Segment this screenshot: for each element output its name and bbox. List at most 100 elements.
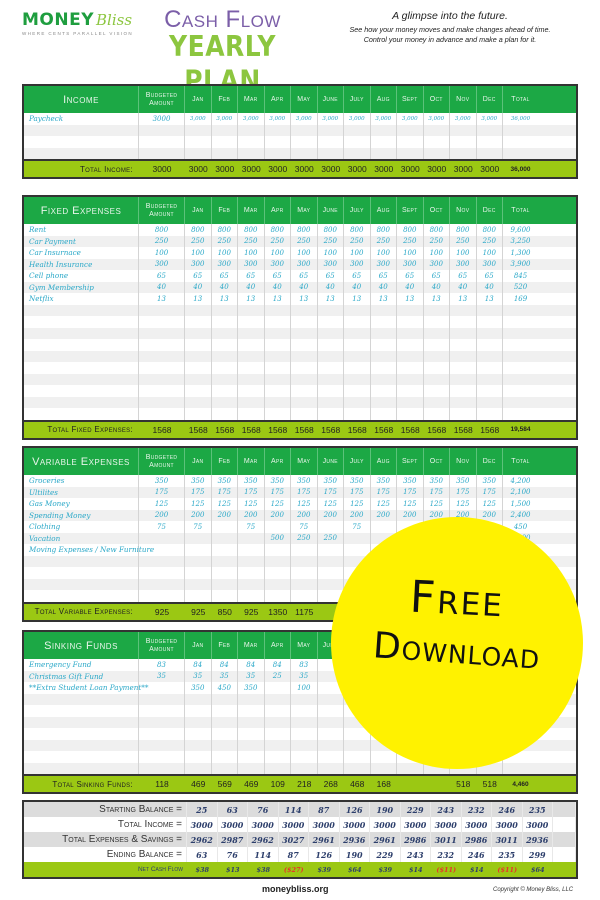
month-cell[interactable]: 35: [291, 670, 318, 682]
empty-cell[interactable]: [24, 316, 139, 328]
month-cell[interactable]: 300: [344, 258, 371, 270]
month-cell[interactable]: 100: [371, 247, 397, 259]
empty-cell[interactable]: [397, 762, 424, 774]
empty-cell[interactable]: [139, 590, 185, 602]
empty-cell[interactable]: [212, 124, 238, 136]
month-cell[interactable]: 35: [185, 670, 212, 682]
empty-cell[interactable]: [450, 327, 477, 339]
empty-cell[interactable]: [238, 762, 265, 774]
empty-cell[interactable]: [344, 373, 371, 385]
month-cell[interactable]: 65: [238, 270, 265, 282]
empty-cell[interactable]: [291, 362, 318, 374]
empty-cell[interactable]: [450, 350, 477, 362]
empty-cell[interactable]: [265, 567, 291, 579]
empty-cell[interactable]: [397, 373, 424, 385]
empty-cell[interactable]: [185, 739, 212, 751]
empty-cell[interactable]: [212, 751, 238, 763]
empty-cell[interactable]: [344, 136, 371, 148]
empty-cell[interactable]: [185, 373, 212, 385]
row-label[interactable]: Christmas Gift Fund: [24, 670, 139, 682]
empty-cell[interactable]: [424, 147, 450, 159]
month-cell[interactable]: [212, 544, 238, 556]
empty-cell[interactable]: [238, 578, 265, 590]
empty-cell[interactable]: [291, 136, 318, 148]
month-cell[interactable]: 200: [291, 509, 318, 521]
empty-cell[interactable]: [450, 136, 477, 148]
empty-cell[interactable]: [238, 339, 265, 351]
empty-cell[interactable]: [397, 136, 424, 148]
empty-cell[interactable]: [371, 762, 397, 774]
empty-cell[interactable]: [291, 578, 318, 590]
empty-cell[interactable]: [238, 385, 265, 397]
empty-cell[interactable]: [238, 555, 265, 567]
month-cell[interactable]: 3,000: [291, 113, 318, 125]
empty-cell[interactable]: [477, 408, 503, 420]
month-cell[interactable]: 100: [185, 247, 212, 259]
month-cell[interactable]: 65: [371, 270, 397, 282]
month-cell[interactable]: 350: [318, 475, 344, 487]
empty-cell[interactable]: [265, 316, 291, 328]
month-cell[interactable]: 350: [212, 475, 238, 487]
month-cell[interactable]: 84: [238, 659, 265, 671]
month-cell[interactable]: 800: [318, 224, 344, 236]
month-cell[interactable]: 125: [238, 498, 265, 510]
empty-cell[interactable]: [450, 408, 477, 420]
empty-cell[interactable]: [24, 396, 139, 408]
empty-cell[interactable]: [318, 316, 344, 328]
empty-cell[interactable]: [212, 147, 238, 159]
empty-cell[interactable]: [185, 339, 212, 351]
empty-cell[interactable]: [291, 751, 318, 763]
empty-cell[interactable]: [185, 728, 212, 740]
empty-cell[interactable]: [265, 350, 291, 362]
empty-cell[interactable]: [24, 751, 139, 763]
month-cell[interactable]: [212, 521, 238, 533]
empty-cell[interactable]: [291, 373, 318, 385]
empty-cell[interactable]: [212, 705, 238, 717]
empty-cell[interactable]: [450, 147, 477, 159]
month-cell[interactable]: 13: [265, 293, 291, 305]
empty-cell[interactable]: [318, 327, 344, 339]
empty-cell[interactable]: [318, 304, 344, 316]
month-cell[interactable]: 350: [238, 475, 265, 487]
month-cell[interactable]: 40: [371, 281, 397, 293]
empty-cell[interactable]: [185, 350, 212, 362]
month-cell[interactable]: 100: [344, 247, 371, 259]
empty-cell[interactable]: [477, 396, 503, 408]
empty-cell[interactable]: [265, 408, 291, 420]
empty-cell[interactable]: [344, 304, 371, 316]
empty-cell[interactable]: [477, 362, 503, 374]
empty-cell[interactable]: [450, 396, 477, 408]
empty-cell[interactable]: [212, 408, 238, 420]
empty-cell[interactable]: [265, 578, 291, 590]
month-cell[interactable]: 250: [318, 532, 344, 544]
empty-cell[interactable]: [318, 373, 344, 385]
empty-cell[interactable]: [318, 578, 344, 590]
month-cell[interactable]: 200: [212, 509, 238, 521]
empty-cell[interactable]: [291, 555, 318, 567]
empty-cell[interactable]: [503, 125, 538, 137]
month-cell[interactable]: 13: [397, 293, 424, 305]
empty-cell[interactable]: [185, 762, 212, 774]
month-cell[interactable]: 300: [265, 258, 291, 270]
empty-cell[interactable]: [424, 385, 450, 397]
empty-cell[interactable]: [212, 567, 238, 579]
month-cell[interactable]: 175: [212, 486, 238, 498]
empty-cell[interactable]: [185, 362, 212, 374]
empty-cell[interactable]: [291, 567, 318, 579]
month-cell[interactable]: 40: [477, 281, 503, 293]
empty-cell[interactable]: [477, 136, 503, 148]
month-cell[interactable]: 35: [238, 670, 265, 682]
month-cell[interactable]: 800: [185, 224, 212, 236]
empty-cell[interactable]: [397, 327, 424, 339]
budget-cell[interactable]: [139, 544, 185, 556]
budget-cell[interactable]: 100: [139, 247, 185, 259]
month-cell[interactable]: 75: [238, 521, 265, 533]
empty-cell[interactable]: [139, 693, 185, 705]
empty-cell[interactable]: [318, 124, 344, 136]
empty-cell[interactable]: [212, 327, 238, 339]
month-cell[interactable]: 350: [477, 475, 503, 487]
empty-cell[interactable]: [265, 739, 291, 751]
month-cell[interactable]: [212, 532, 238, 544]
empty-cell[interactable]: [371, 147, 397, 159]
empty-cell[interactable]: [238, 590, 265, 602]
